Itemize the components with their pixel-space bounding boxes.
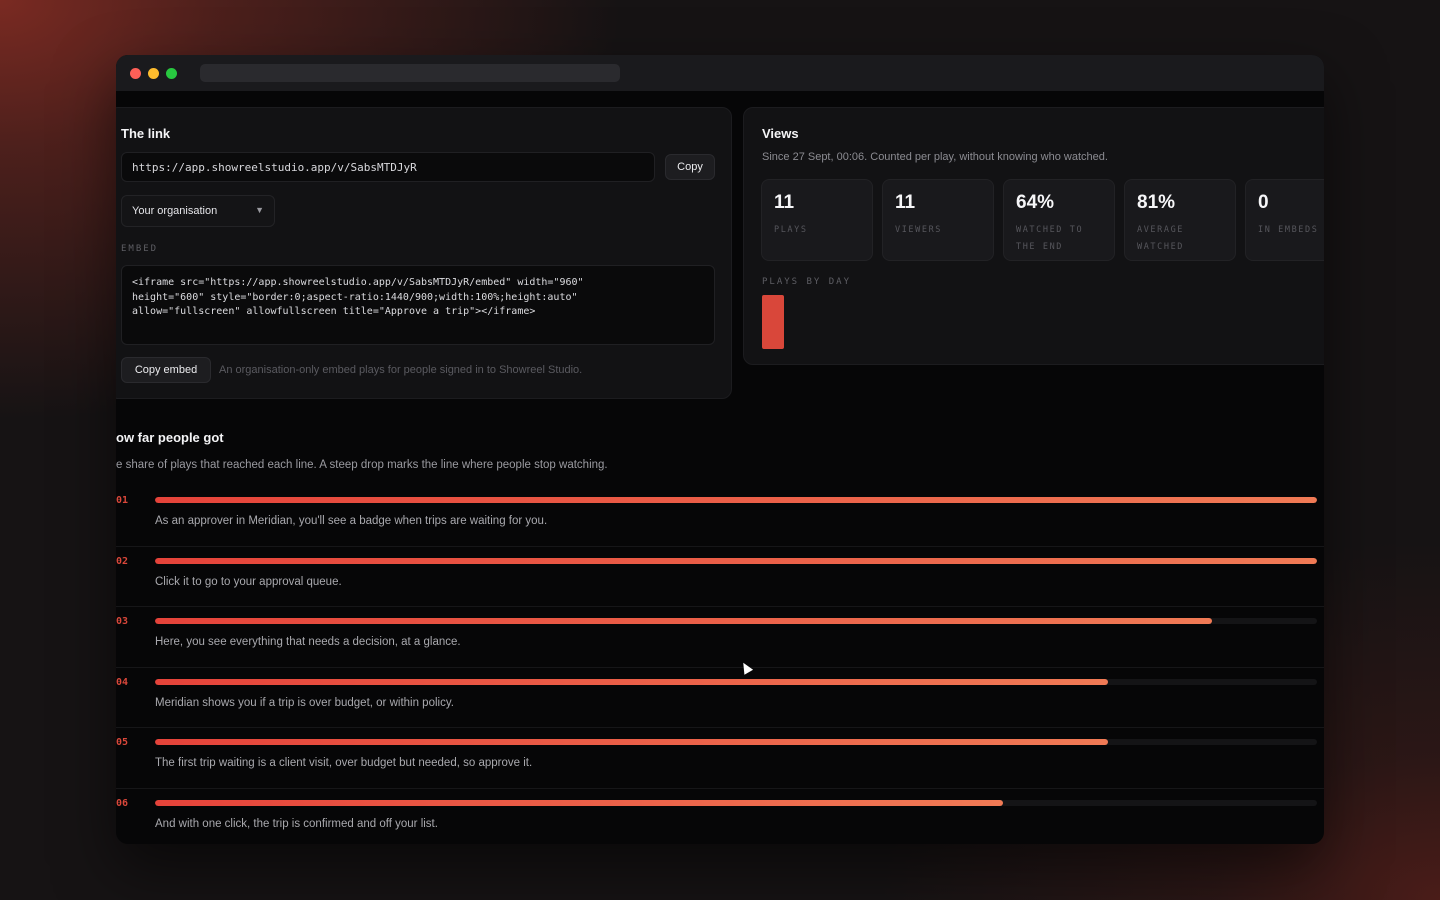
progress-row: 05 The first trip waiting is a client vi… [116,728,1324,789]
audience-select[interactable]: Your organisation ▼ [121,195,275,227]
progress-row: 01 As an approver in Meridian, you'll se… [116,486,1324,547]
embed-note: An organisation-only embed plays for peo… [219,364,583,376]
progress-track [155,739,1317,746]
embed-code-line: height="600" style="border:0;aspect-rati… [132,291,578,303]
embed-code-field[interactable]: <iframe src="https://app.showreelstudio.… [121,265,715,345]
embed-code-line: allow="fullscreen" allowfullscreen title… [132,306,536,317]
row-text: As an approver in Meridian, you'll see a… [155,515,548,527]
minimize-window-button[interactable] [148,67,159,79]
row-number: 06 [116,797,129,809]
progress-fill [155,739,1108,746]
stat-label: PLAYS [774,225,808,235]
row-number: 02 [116,555,129,567]
app-window: The link https://app.showreelstudio.app/… [116,55,1324,844]
audience-select-value: Your organisation [132,205,218,217]
progress-track [155,799,1317,806]
share-url-field[interactable]: https://app.showreelstudio.app/v/SabsMTD… [121,152,655,182]
progress-fill [155,799,1004,806]
stat-card-watched-to-end: 64% WATCHED TO THE END [1003,179,1115,261]
progress-track [155,618,1317,625]
progress-rows: 01 As an approver in Meridian, you'll se… [116,486,1324,844]
stat-card-viewers: 11 VIEWERS [882,179,994,261]
stat-value: 11 [895,192,916,213]
progress-fill [155,678,1108,685]
progress-section-subtitle: e share of plays that reached each line.… [116,459,608,471]
progress-section-title: ow far people got [116,430,224,445]
stat-value: 0 [1258,192,1269,213]
maximize-window-button[interactable] [166,67,177,79]
chevron-down-icon: ▼ [255,205,264,215]
row-number: 01 [116,495,129,506]
row-text: The first trip waiting is a client visit… [155,757,533,770]
embed-label: EMBED [121,244,159,254]
progress-row: 04 Meridian shows you if a trip is over … [116,668,1324,729]
row-text: And with one click, the trip is confirme… [155,817,438,830]
progress-track [155,497,1317,503]
row-number: 05 [116,737,129,749]
progress-row: 02 Click it to go to your approval queue… [116,547,1324,608]
row-text: Meridian shows you if a trip is over bud… [155,696,454,709]
title-bar [116,55,1324,91]
stat-label: WATCHED TO THE END [1016,225,1084,252]
stat-label: VIEWERS [895,225,943,235]
stat-card-in-embeds: 0 IN EMBEDS [1245,179,1324,261]
stat-label: IN EMBEDS [1258,225,1319,235]
progress-row: 03 Here, you see everything that needs a… [116,607,1324,668]
progress-fill [155,497,1317,503]
views-subtitle: Since 27 Sept, 00:06. Counted per play, … [762,151,1108,163]
stats-row: 11 PLAYS 11 VIEWERS 64% WATCHED TO THE EN… [761,179,1324,261]
link-panel: The link https://app.showreelstudio.app/… [116,107,732,399]
views-panel: Views Since 27 Sept, 00:06. Counted per … [743,107,1324,365]
progress-fill [155,618,1213,625]
row-text: Click it to go to your approval queue. [155,575,342,588]
row-number: 04 [116,676,129,688]
stat-card-average-watched: 81% AVERAGE WATCHED [1124,179,1236,261]
copy-embed-button[interactable]: Copy embed [121,357,211,383]
page-content: The link https://app.showreelstudio.app/… [116,91,1324,844]
close-window-button[interactable] [130,67,141,79]
stat-value: 11 [774,192,795,213]
row-number: 03 [116,616,129,628]
stat-label: AVERAGE WATCHED [1137,225,1185,252]
progress-track [155,557,1317,564]
views-panel-title: Views [762,126,799,141]
progress-track [155,678,1317,685]
address-bar[interactable] [200,64,620,82]
embed-code-line: <iframe src="https://app.showreelstudio.… [132,277,584,288]
link-panel-title: The link [121,126,171,141]
progress-fill [155,557,1317,564]
progress-row: 06 And with one click, the trip is confi… [116,789,1324,844]
stat-card-plays: 11 PLAYS [761,179,873,261]
stat-value: 64% [1016,192,1055,213]
row-text: Here, you see everything that needs a de… [155,636,461,649]
plays-by-day-label: PLAYS BY DAY [762,277,852,287]
stat-value: 81% [1137,192,1176,213]
plays-by-day-bar [762,295,784,349]
copy-url-button[interactable]: Copy [665,154,715,180]
